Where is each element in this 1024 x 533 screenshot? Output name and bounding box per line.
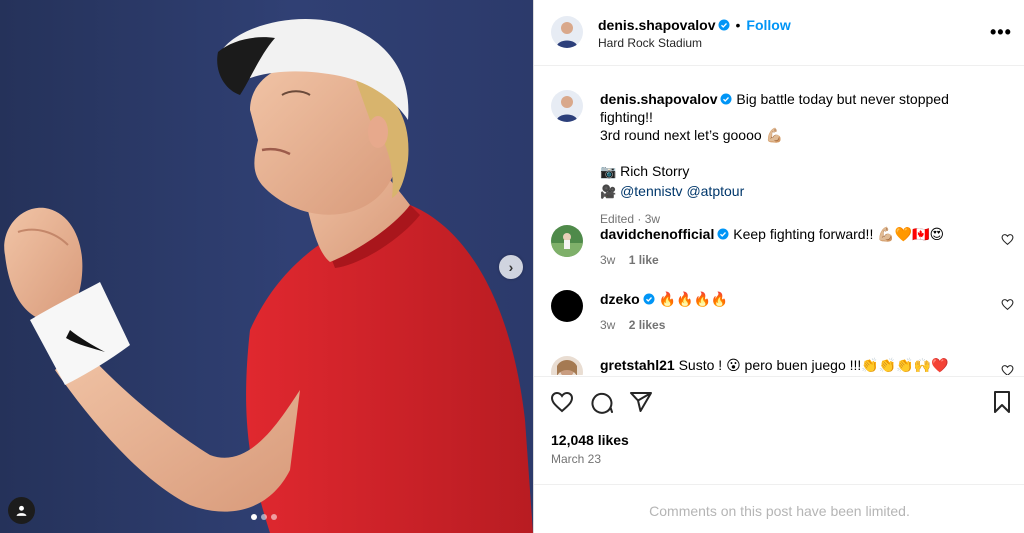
separator-dot: • <box>735 17 741 33</box>
caption-text-line2: 3rd round next let’s goooo 💪🏼 <box>600 127 783 143</box>
heart-icon[interactable] <box>1001 298 1014 311</box>
comment-username[interactable]: dzeko <box>600 291 640 307</box>
photographer-credit: Rich Storry <box>620 163 690 179</box>
post-actions: 12,048 likes March 23 <box>534 376 1024 484</box>
caption-username[interactable]: denis.shapovalov <box>600 91 717 107</box>
comment-likes[interactable]: 2 likes <box>629 318 666 332</box>
user-tag-icon <box>16 505 27 516</box>
heart-icon[interactable] <box>1001 364 1014 375</box>
comment-time: 3w <box>600 253 616 267</box>
post-details-panel: denis.shapovalov • Follow Hard Rock Stadiu… <box>533 0 1024 533</box>
follow-button[interactable]: Follow <box>746 17 790 33</box>
location-link[interactable]: Hard Rock Stadium <box>598 36 702 50</box>
comment-time: 3w <box>600 318 616 332</box>
tagged-users-button[interactable] <box>8 497 35 524</box>
video-camera-icon: 🎥 <box>600 185 617 200</box>
post-photo[interactable]: › <box>0 0 533 533</box>
carousel-dot <box>261 514 267 520</box>
author-username[interactable]: denis.shapovalov <box>598 17 715 33</box>
verified-icon <box>643 293 655 305</box>
avatar[interactable] <box>551 290 583 322</box>
heart-icon[interactable] <box>550 390 574 414</box>
comments-list[interactable]: denis.shapovalov Big battle today but ne… <box>534 67 1024 375</box>
more-options-icon[interactable]: ••• <box>990 23 1012 41</box>
comment-likes[interactable]: 1 like <box>629 253 659 267</box>
carousel-dot <box>271 514 277 520</box>
avatar[interactable] <box>551 90 583 122</box>
bookmark-icon[interactable] <box>990 390 1014 414</box>
verified-icon <box>720 93 732 105</box>
likes-count[interactable]: 12,048 likes <box>551 432 629 448</box>
carousel-dot <box>251 514 257 520</box>
comment-username[interactable]: gretstahl21 <box>600 357 675 373</box>
comment-text: Keep fighting forward!! 💪🏼🧡🇨🇦😍 <box>733 226 945 242</box>
comments-limited-notice: Comments on this post have been limited. <box>534 484 1024 533</box>
tennis-player-image <box>4 19 533 533</box>
avatar[interactable] <box>551 356 583 375</box>
share-icon[interactable] <box>629 390 653 414</box>
comment-icon[interactable] <box>590 390 614 414</box>
comment-text: Susto ! 😮 pero buen juego !!!👏👏👏🙌❤️ <box>678 357 949 373</box>
comment-username[interactable]: davidchenofficial <box>600 226 714 242</box>
chevron-right-icon: › <box>508 259 514 275</box>
mention-link[interactable]: @tennistv <box>620 183 682 199</box>
post-date[interactable]: March 23 <box>551 452 601 466</box>
carousel-next-button[interactable]: › <box>499 255 523 279</box>
carousel-indicator <box>251 514 277 520</box>
verified-icon <box>717 228 729 240</box>
comment-text: 🔥🔥🔥🔥 <box>658 291 729 307</box>
avatar[interactable] <box>551 16 583 48</box>
camera-icon: 📷 <box>600 165 617 180</box>
mention-link[interactable]: @atptour <box>686 183 744 199</box>
heart-icon[interactable] <box>1001 233 1014 246</box>
post-header: denis.shapovalov • Follow Hard Rock Stadiu… <box>534 0 1024 66</box>
avatar[interactable] <box>551 225 583 257</box>
verified-icon <box>718 19 730 31</box>
